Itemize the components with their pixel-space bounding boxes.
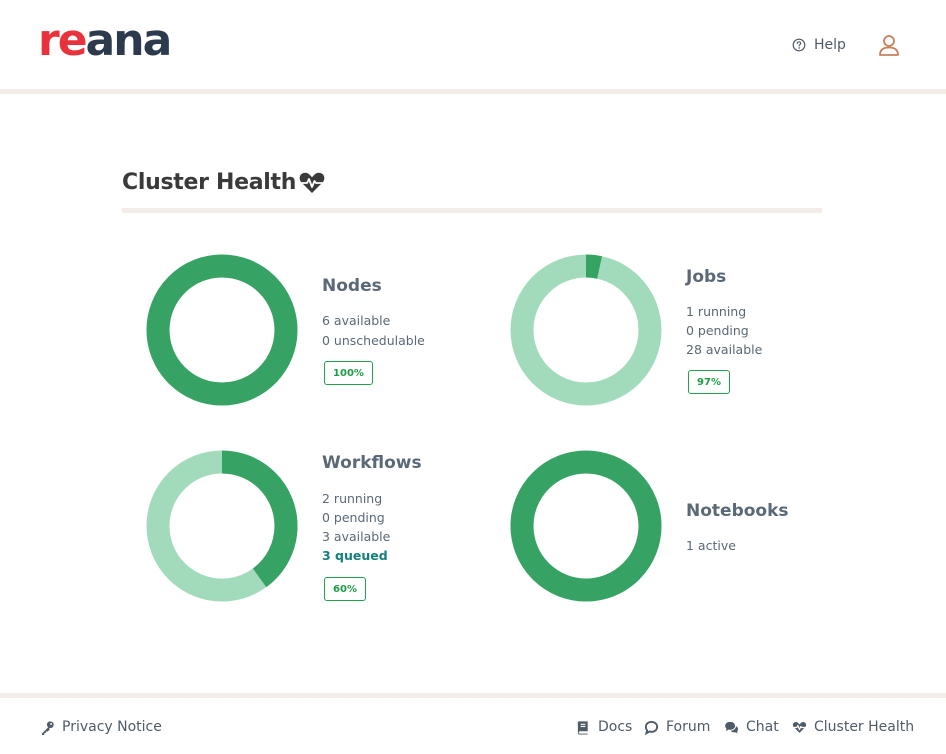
chat-bubbles-icon bbox=[725, 721, 739, 733]
nodes-title: Nodes bbox=[322, 276, 382, 296]
footer: Privacy Notice Docs Forum Chat Cluster H… bbox=[0, 698, 946, 754]
workflows-health-badge: 60% bbox=[324, 577, 366, 601]
forum-label: Forum bbox=[666, 719, 711, 735]
privacy-notice-label: Privacy Notice bbox=[62, 719, 162, 735]
nodes-available: 6 available bbox=[322, 313, 391, 328]
notebooks-donut-chart bbox=[510, 450, 662, 602]
jobs-donut-track bbox=[510, 254, 662, 406]
header-divider bbox=[0, 89, 946, 94]
nodes-health-badge: 100% bbox=[324, 361, 373, 385]
nodes-unschedulable: 0 unschedulable bbox=[322, 333, 425, 348]
logo-part-re: re bbox=[38, 15, 88, 66]
nodes-donut-fill bbox=[146, 254, 298, 406]
speech-bubble-icon bbox=[644, 720, 659, 735]
user-icon[interactable] bbox=[877, 33, 901, 57]
workflows-available: 3 available bbox=[322, 529, 391, 544]
help-link[interactable]: Help bbox=[792, 35, 846, 55]
chat-label: Chat bbox=[746, 719, 779, 735]
workflows-running: 2 running bbox=[322, 491, 383, 506]
notebooks-donut-fill bbox=[510, 450, 662, 602]
notebooks-title: Notebooks bbox=[686, 501, 789, 521]
heart-pulse-icon bbox=[792, 721, 807, 733]
workflows-title: Workflows bbox=[322, 453, 422, 473]
page-title: Cluster Health bbox=[122, 170, 297, 195]
cluster-health-link[interactable]: Cluster Health bbox=[792, 719, 914, 735]
jobs-health-badge: 97% bbox=[688, 370, 730, 394]
jobs-pending: 0 pending bbox=[686, 323, 749, 338]
help-label: Help bbox=[814, 37, 846, 53]
jobs-running: 1 running bbox=[686, 304, 747, 319]
jobs-donut-chart bbox=[510, 254, 662, 406]
key-icon bbox=[41, 720, 54, 735]
jobs-available: 28 available bbox=[686, 342, 763, 357]
page-title-wrap: Cluster Health bbox=[122, 170, 326, 195]
jobs-title: Jobs bbox=[686, 267, 727, 287]
chat-link[interactable]: Chat bbox=[724, 719, 779, 735]
top-header: reana Help bbox=[0, 0, 946, 89]
docs-label: Docs bbox=[598, 719, 633, 735]
workflows-pending: 0 pending bbox=[322, 510, 385, 525]
nodes-donut-chart bbox=[146, 254, 298, 406]
forum-link[interactable]: Forum bbox=[644, 719, 710, 735]
heart-pulse-icon bbox=[299, 172, 325, 193]
book-icon bbox=[577, 720, 588, 735]
logo-part-ana: ana bbox=[85, 15, 173, 66]
cluster-health-label: Cluster Health bbox=[814, 719, 915, 735]
workflows-queued: 3 queued bbox=[322, 548, 388, 563]
title-divider bbox=[122, 208, 822, 213]
question-circle-icon bbox=[792, 38, 806, 52]
workflows-donut-chart bbox=[146, 450, 298, 602]
privacy-notice-link[interactable]: Privacy Notice bbox=[40, 719, 162, 735]
reana-logo[interactable]: reana bbox=[38, 15, 173, 66]
docs-link[interactable]: Docs bbox=[576, 719, 632, 735]
notebooks-active: 1 active bbox=[686, 538, 736, 553]
